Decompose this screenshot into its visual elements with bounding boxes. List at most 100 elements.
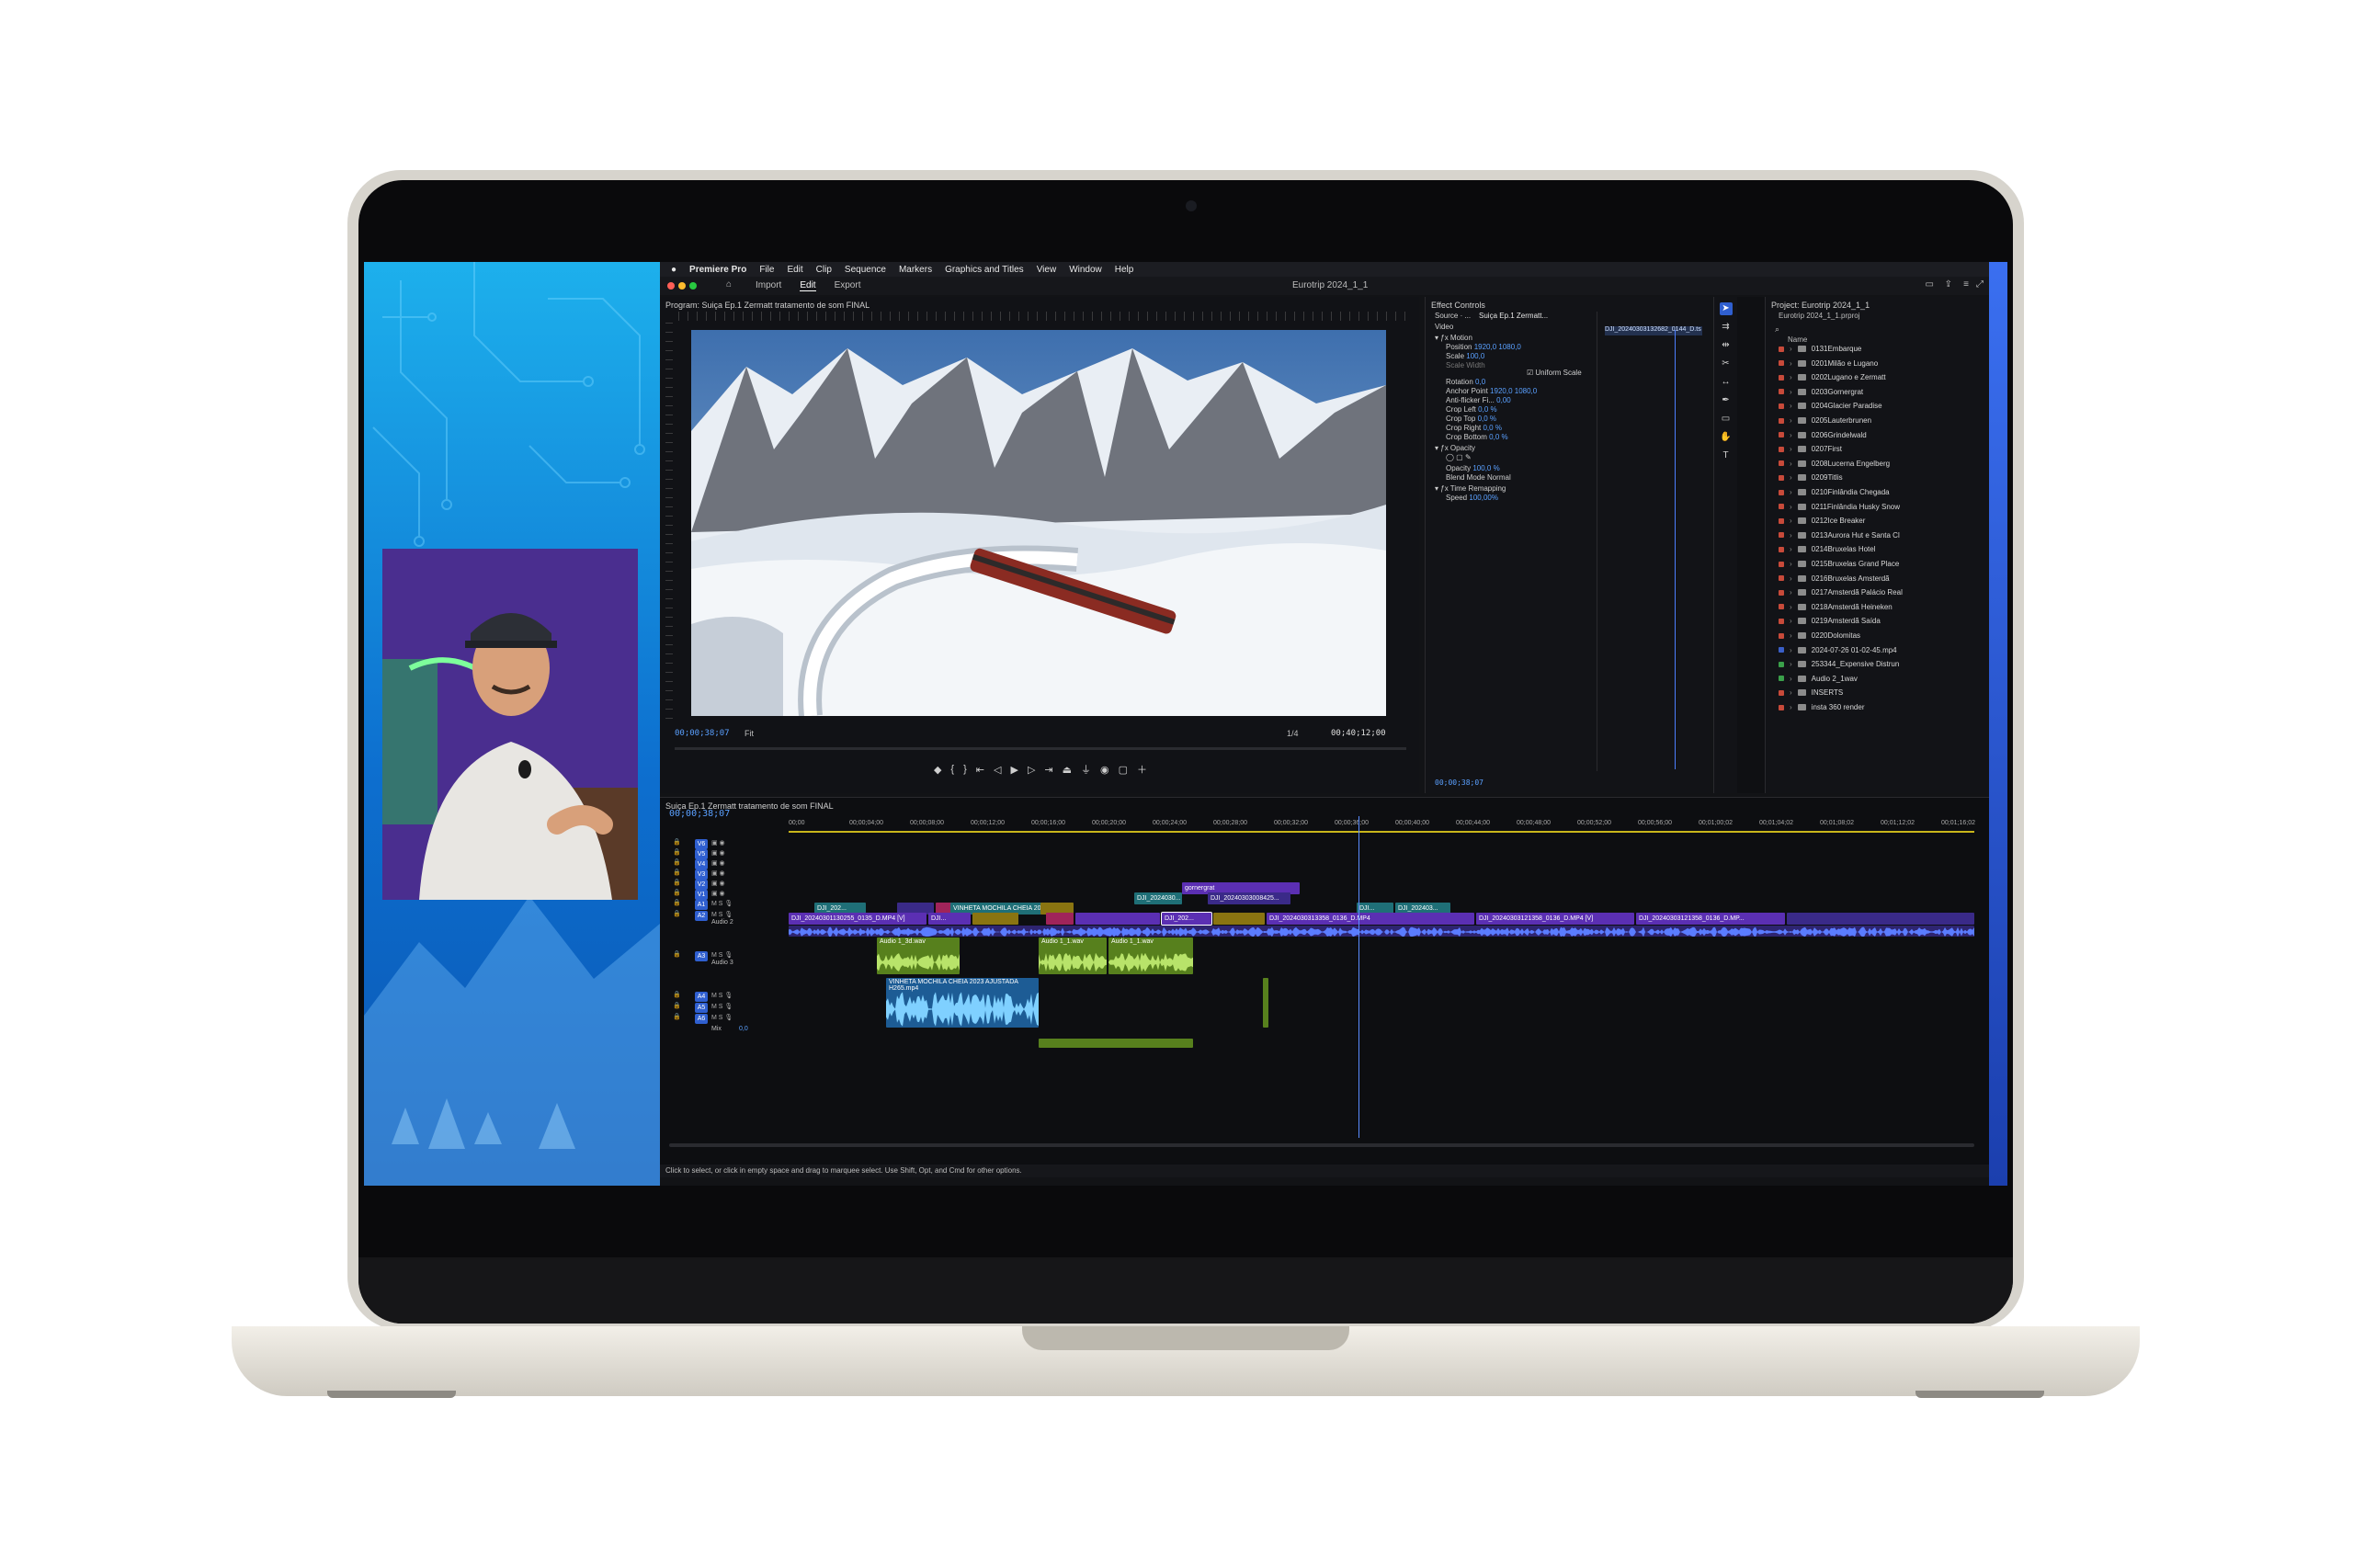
track-select-icon[interactable]: ⇉ [1720, 321, 1733, 334]
project-item[interactable]: › 0210Finlândia Chegada [1779, 488, 1890, 496]
project-item[interactable]: › 253344_Expensive Distrun [1779, 660, 1899, 668]
chevron-right-icon[interactable]: › [1790, 688, 1792, 697]
menu-file[interactable]: File [759, 265, 774, 275]
project-item[interactable]: › 0131Embarque [1779, 345, 1861, 353]
resolution-select[interactable]: 1/4 [1287, 729, 1299, 738]
chevron-right-icon[interactable]: › [1790, 617, 1792, 625]
menu-window[interactable]: Window [1069, 265, 1102, 275]
effect-row-uniform-scale[interactable]: ☑ Uniform Scale [1527, 369, 1582, 377]
label-color-swatch[interactable] [1779, 546, 1784, 552]
timeline-timecode[interactable]: 00;00;38;07 [669, 809, 730, 819]
track-label[interactable]: A5 [695, 1003, 708, 1013]
timeline-playhead[interactable] [1358, 816, 1359, 1138]
effect-row-opacity[interactable]: Opacity 100,0 % [1446, 464, 1500, 472]
chevron-right-icon[interactable]: › [1790, 560, 1792, 568]
lock-icon[interactable]: 🔒 [673, 910, 681, 917]
menu-icon[interactable]: ≡ [1963, 279, 1969, 290]
label-color-swatch[interactable] [1779, 474, 1784, 481]
effect-row-motion[interactable]: ▾ ƒx Motion [1435, 334, 1472, 342]
program-video-frame[interactable] [691, 330, 1386, 716]
effect-row-anchor[interactable]: Anchor Point 1920,0 1080,0 [1446, 387, 1537, 395]
audio-clip-a2-2[interactable]: Audio 1_1.wav [1039, 937, 1107, 974]
eye-icon[interactable]: ▣ ◉ [711, 859, 725, 867]
type-tool-icon[interactable]: T [1720, 449, 1733, 462]
project-item[interactable]: › 0205Lauterbrunen [1779, 416, 1871, 425]
chevron-right-icon[interactable]: › [1790, 373, 1792, 381]
mute-solo-icon[interactable]: M S 🎙 [711, 1003, 733, 1010]
audio-clip-a5[interactable] [1039, 1039, 1193, 1048]
label-color-swatch[interactable] [1779, 532, 1784, 539]
project-item[interactable]: › 0219Amsterdã Saída [1779, 617, 1881, 625]
rectangle-tool-icon[interactable]: ▭ [1720, 413, 1733, 426]
clip-v3-a[interactable]: DJI_2024030... [1134, 892, 1182, 904]
tab-import[interactable]: Import [756, 280, 781, 291]
label-color-swatch[interactable] [1779, 403, 1784, 409]
chevron-right-icon[interactable]: › [1790, 574, 1792, 583]
safe-margins-icon[interactable]: ▢ [1119, 764, 1128, 776]
audio-clip-small[interactable] [1263, 978, 1268, 1028]
project-item[interactable]: › 0215Bruxelas Grand Place [1779, 560, 1899, 568]
tab-export[interactable]: Export [835, 280, 861, 291]
project-item[interactable]: › 2024-07-26 01-02-45.mp4 [1779, 646, 1897, 654]
workspace-icon[interactable]: ▭ [1926, 279, 1934, 290]
label-color-swatch[interactable] [1779, 504, 1784, 510]
project-item[interactable]: › 0220Dolomitas [1779, 631, 1860, 640]
program-scrubber[interactable] [675, 747, 1406, 750]
project-item[interactable]: › 0208Lucerna Engelberg [1779, 460, 1890, 468]
project-item[interactable]: › 0202Lugano e Zermatt [1779, 373, 1886, 381]
menu-view[interactable]: View [1037, 265, 1057, 275]
label-color-swatch[interactable] [1779, 489, 1784, 495]
label-color-swatch[interactable] [1779, 432, 1784, 438]
label-color-swatch[interactable] [1779, 689, 1784, 696]
clip-v1-e[interactable]: DJI_20240303121358_0136_D.MP... [1636, 913, 1785, 925]
menu-sequence[interactable]: Sequence [845, 265, 886, 275]
clip-v1-gold[interactable] [972, 913, 1018, 925]
clip-v1-magenta[interactable] [1046, 913, 1074, 925]
chevron-right-icon[interactable]: › [1790, 517, 1792, 525]
pen-tool-icon[interactable]: ✒ [1720, 394, 1733, 407]
menu-help[interactable]: Help [1115, 265, 1134, 275]
effect-row-speed[interactable]: Speed 100,00% [1446, 494, 1498, 502]
lock-icon[interactable]: 🔒 [673, 869, 681, 876]
fullscreen-icon[interactable]: ⤢ [1976, 279, 1984, 290]
slip-tool-icon[interactable]: ↔ [1720, 376, 1733, 389]
effect-row-position[interactable]: Position 1920,0 1080,0 [1446, 343, 1521, 351]
timeline-ruler[interactable]: 00;00 00;00;04;00 00;00;08;00 00;00;12;00 00… [789, 820, 1975, 833]
mute-solo-icon[interactable]: M S 🎙 [711, 992, 733, 999]
chevron-right-icon[interactable]: › [1790, 631, 1792, 640]
audio-clip-vinheta[interactable]: VINHETA MOCHILA CHEIA 2023 AJUSTADA H265… [886, 978, 1039, 1028]
clip-v1-b[interactable]: DJI... [928, 913, 971, 925]
chevron-right-icon[interactable]: › [1790, 603, 1792, 611]
marker-icon[interactable]: ◆ [934, 764, 941, 776]
lock-icon[interactable]: 🔒 [673, 879, 681, 886]
share-icon[interactable]: ⇪ [1945, 279, 1952, 290]
eye-icon[interactable]: ▣ ◉ [711, 839, 725, 846]
step-forward-icon[interactable]: ▷ [1028, 764, 1035, 776]
label-color-swatch[interactable] [1779, 704, 1784, 710]
chevron-right-icon[interactable]: › [1790, 431, 1792, 439]
search-icon[interactable]: ⌕ [1775, 324, 1779, 335]
label-color-swatch[interactable] [1779, 346, 1784, 352]
project-item[interactable]: › insta 360 render [1779, 703, 1865, 711]
go-to-in-icon[interactable]: ⇤ [976, 764, 984, 776]
project-item[interactable]: › 0203Gornergrat [1779, 388, 1863, 396]
effect-row-opacity-group[interactable]: ▾ ƒx Opacity [1435, 444, 1475, 452]
label-color-swatch[interactable] [1779, 561, 1784, 567]
menu-graphics[interactable]: Graphics and Titles [945, 265, 1024, 275]
effect-row-crop-right[interactable]: Crop Right 0,0 % [1446, 424, 1502, 432]
label-color-swatch[interactable] [1779, 446, 1784, 452]
menu-clip[interactable]: Clip [816, 265, 832, 275]
chevron-right-icon[interactable]: › [1790, 646, 1792, 654]
selection-tool-icon[interactable]: ➤ [1719, 302, 1733, 315]
chevron-right-icon[interactable]: › [1790, 402, 1792, 410]
razor-tool-icon[interactable]: ✂ [1720, 358, 1733, 370]
label-color-swatch[interactable] [1779, 517, 1784, 524]
effect-row-scale[interactable]: Scale 100,0 [1446, 352, 1484, 360]
audio-clip-a2-1[interactable]: Audio 1_3d.wav [877, 937, 960, 974]
chevron-right-icon[interactable]: › [1790, 503, 1792, 511]
effect-playhead[interactable] [1675, 330, 1676, 769]
mix-value[interactable]: 0,0 [739, 1026, 748, 1032]
track-label[interactable]: A3 [695, 951, 708, 961]
zoom-window-button[interactable] [689, 282, 697, 290]
effect-sequence[interactable]: Suiça Ep.1 Zermatt... [1479, 312, 1548, 320]
